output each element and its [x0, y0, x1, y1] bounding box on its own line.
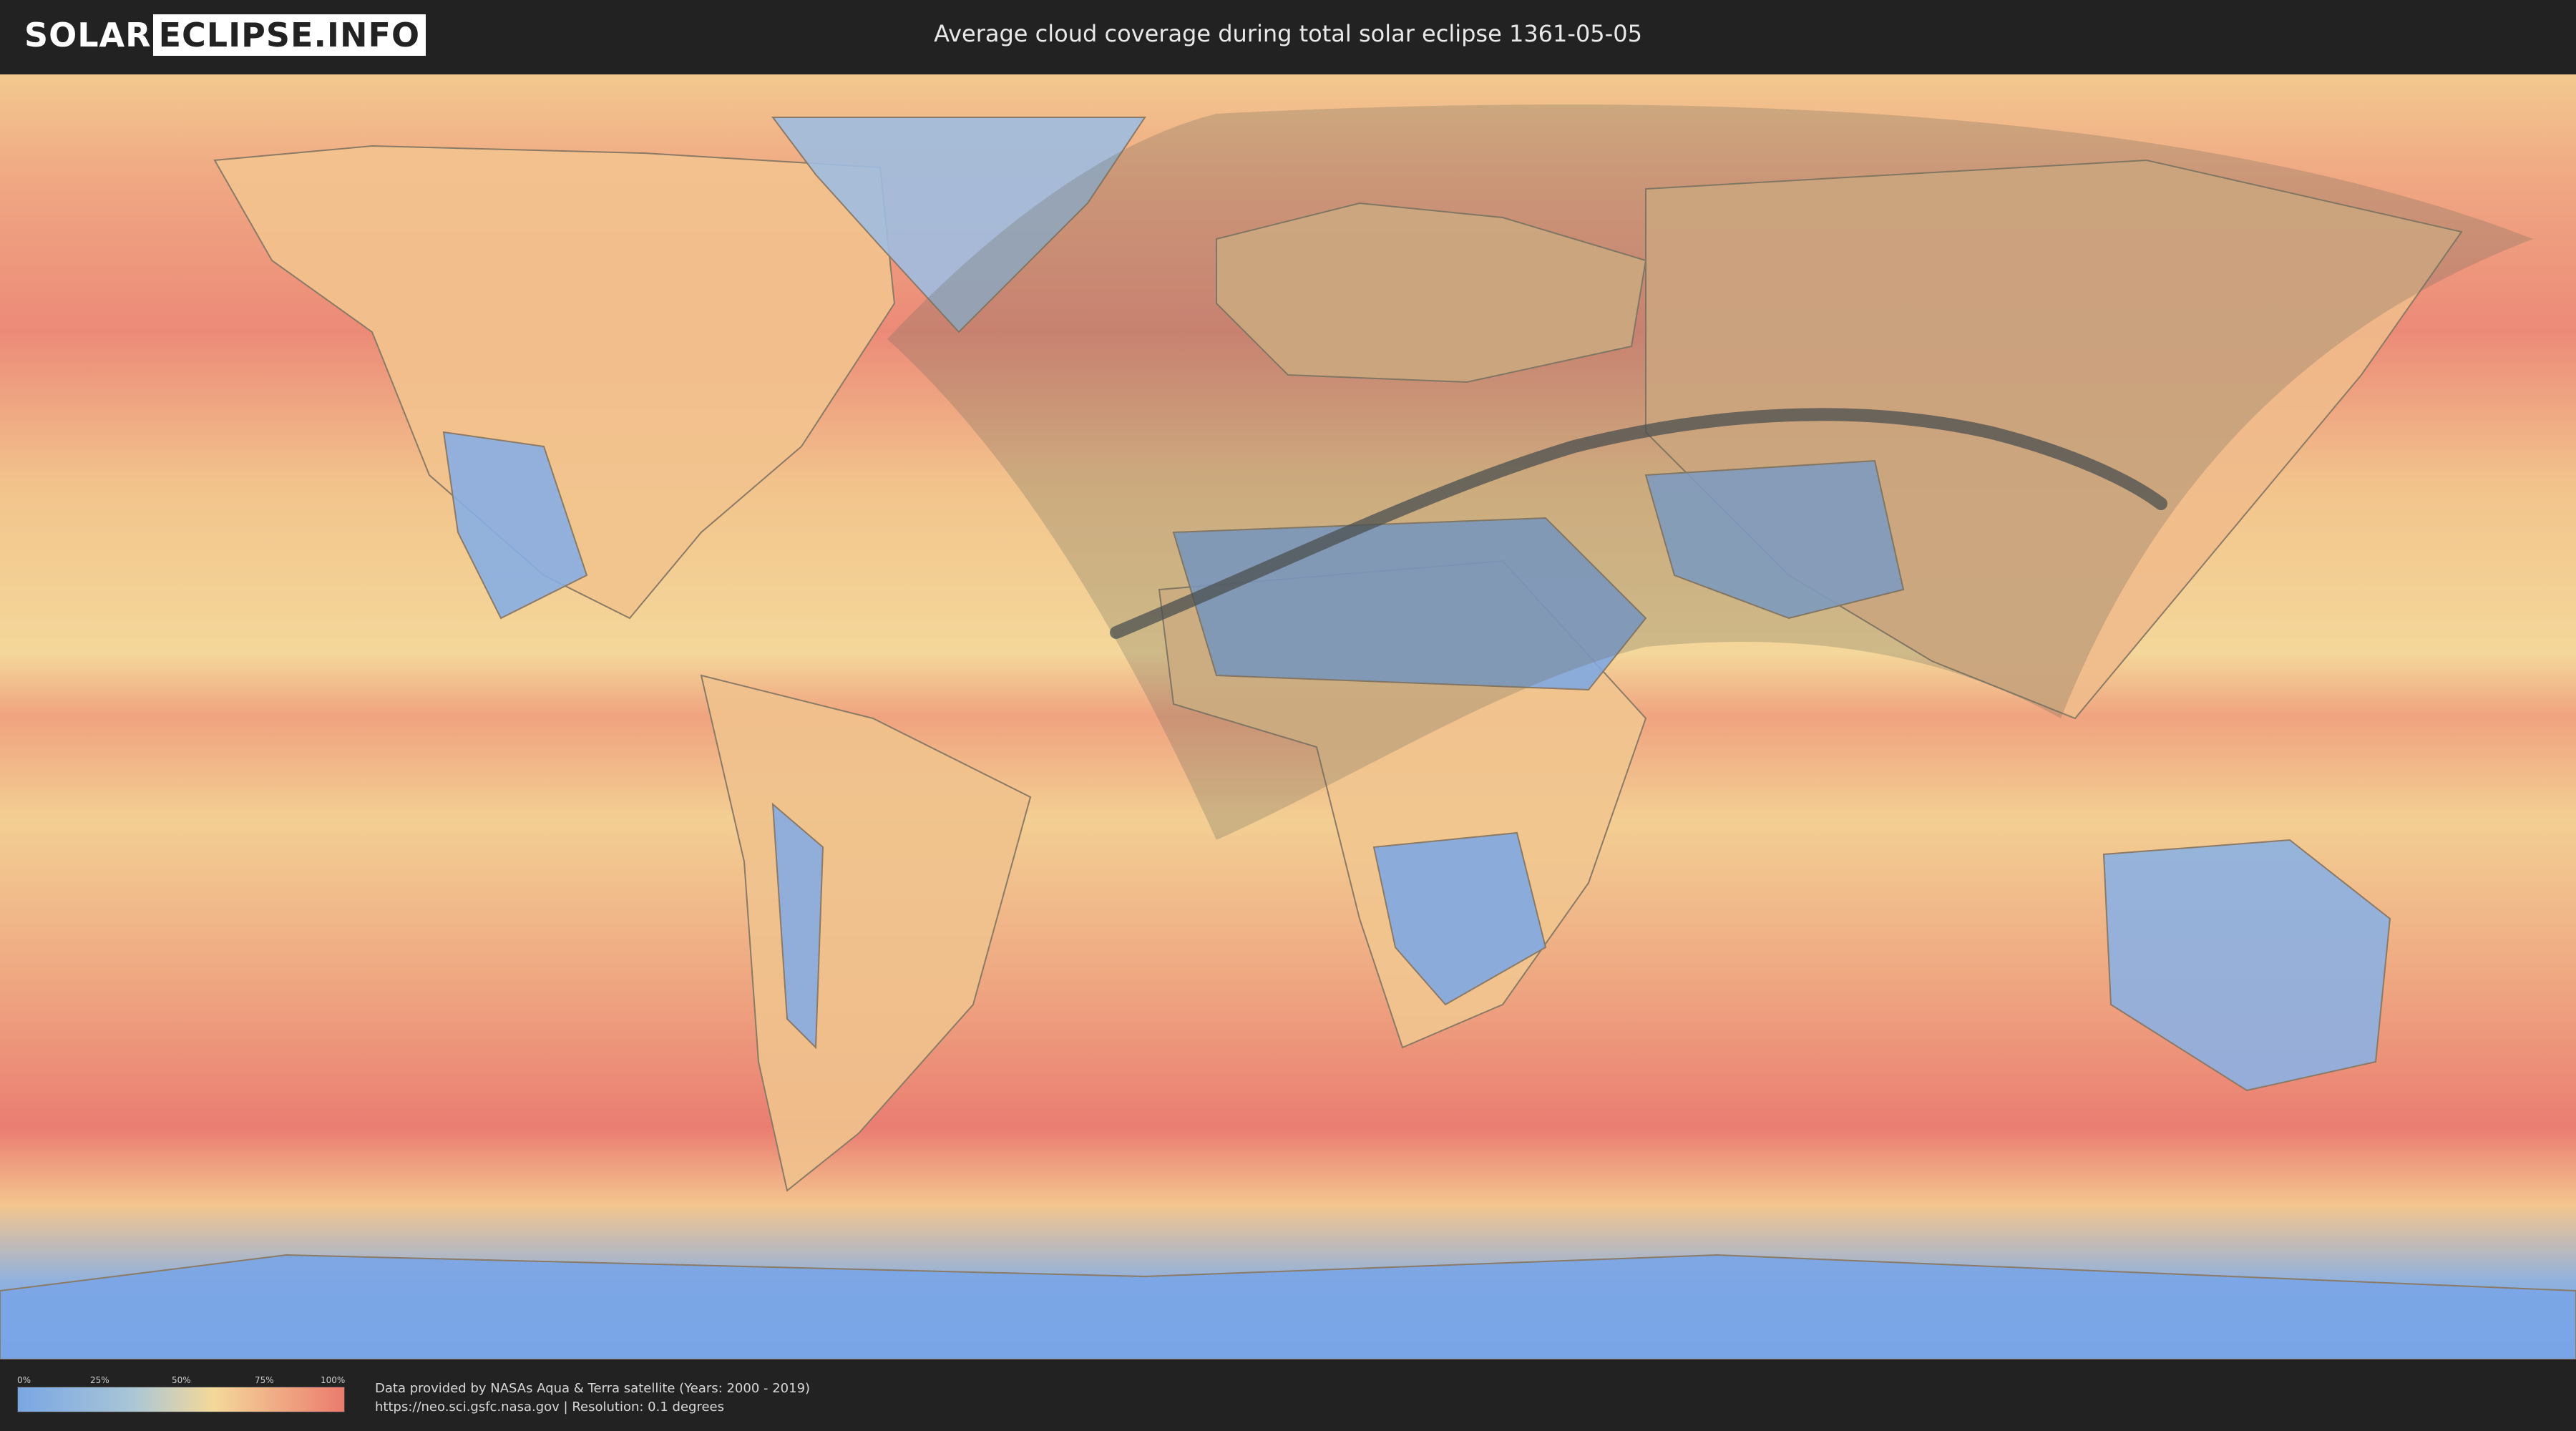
- legend-ticks: 0% 25% 50% 75% 100%: [17, 1375, 346, 1387]
- legend-tick: 50%: [172, 1375, 191, 1385]
- legend-tick: 75%: [255, 1375, 274, 1385]
- legend-tick: 100%: [321, 1375, 346, 1385]
- footer-bar: 0% 25% 50% 75% 100% Data provided by NAS…: [0, 1359, 2576, 1431]
- legend-color-bar: [17, 1387, 345, 1412]
- legend-tick: 25%: [90, 1375, 109, 1385]
- page-title: Average cloud coverage during total sola…: [934, 20, 1642, 47]
- credit-line-url[interactable]: https://neo.sci.gsfc.nasa.gov | Resoluti…: [375, 1398, 810, 1417]
- legend-tick: 0%: [17, 1375, 31, 1385]
- cloud-coverage-map[interactable]: [0, 74, 2576, 1359]
- credit-line-source: Data provided by NASAs Aqua & Terra sate…: [375, 1381, 811, 1396]
- header-bar: SOLAR ECLIPSE.INFO Average cloud coverag…: [0, 0, 2576, 72]
- data-credits: Data provided by NASAs Aqua & Terra sate…: [375, 1379, 810, 1417]
- cloud-coverage-legend: 0% 25% 50% 75% 100%: [17, 1375, 346, 1412]
